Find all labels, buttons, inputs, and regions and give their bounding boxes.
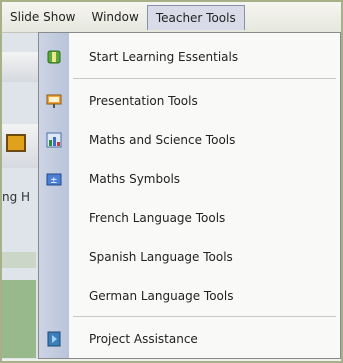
slide-thumbnail-icon[interactable] bbox=[6, 134, 26, 152]
project-icon bbox=[46, 331, 62, 347]
menu-separator bbox=[73, 78, 336, 79]
menu-bar: Slide Show Window Teacher Tools bbox=[2, 2, 341, 33]
menu-item-label: Project Assistance bbox=[89, 332, 198, 346]
symbols-icon: ± bbox=[46, 171, 62, 187]
background-band bbox=[2, 252, 36, 268]
menu-item-label: Maths and Science Tools bbox=[89, 133, 236, 147]
menu-window[interactable]: Window bbox=[83, 4, 146, 30]
menu-item-label: German Language Tools bbox=[89, 289, 234, 303]
menu-item-maths-symbols[interactable]: ± Maths Symbols bbox=[39, 161, 340, 197]
menu-item-label: Presentation Tools bbox=[89, 94, 198, 108]
svg-text:±: ± bbox=[50, 176, 58, 186]
menu-slide-show[interactable]: Slide Show bbox=[2, 4, 83, 30]
menu-item-project-assistance[interactable]: Project Assistance bbox=[39, 321, 340, 357]
chart-icon bbox=[46, 132, 62, 148]
menu-item-french-language-tools[interactable]: French Language Tools bbox=[39, 200, 340, 236]
menu-item-maths-science-tools[interactable]: Maths and Science Tools bbox=[39, 122, 340, 158]
background-text: ng H bbox=[2, 190, 31, 204]
side-panel bbox=[2, 280, 36, 358]
menu-item-label: French Language Tools bbox=[89, 211, 226, 225]
toolbar-strip bbox=[2, 52, 38, 82]
book-green-icon bbox=[46, 49, 62, 65]
menu-item-label: Spanish Language Tools bbox=[89, 250, 233, 264]
teacher-tools-menu: Start Learning Essentials Presentation T… bbox=[38, 32, 341, 359]
menu-teacher-tools[interactable]: Teacher Tools bbox=[146, 4, 245, 30]
menu-item-german-language-tools[interactable]: German Language Tools bbox=[39, 278, 340, 314]
menu-item-label: Start Learning Essentials bbox=[89, 50, 239, 64]
menu-item-label: Maths Symbols bbox=[89, 172, 181, 186]
menu-item-presentation-tools[interactable]: Presentation Tools bbox=[39, 83, 340, 119]
menu-item-start-learning-essentials[interactable]: Start Learning Essentials bbox=[39, 39, 340, 75]
menu-separator bbox=[73, 316, 336, 317]
presentation-icon bbox=[46, 93, 62, 109]
menu-item-spanish-language-tools[interactable]: Spanish Language Tools bbox=[39, 239, 340, 275]
